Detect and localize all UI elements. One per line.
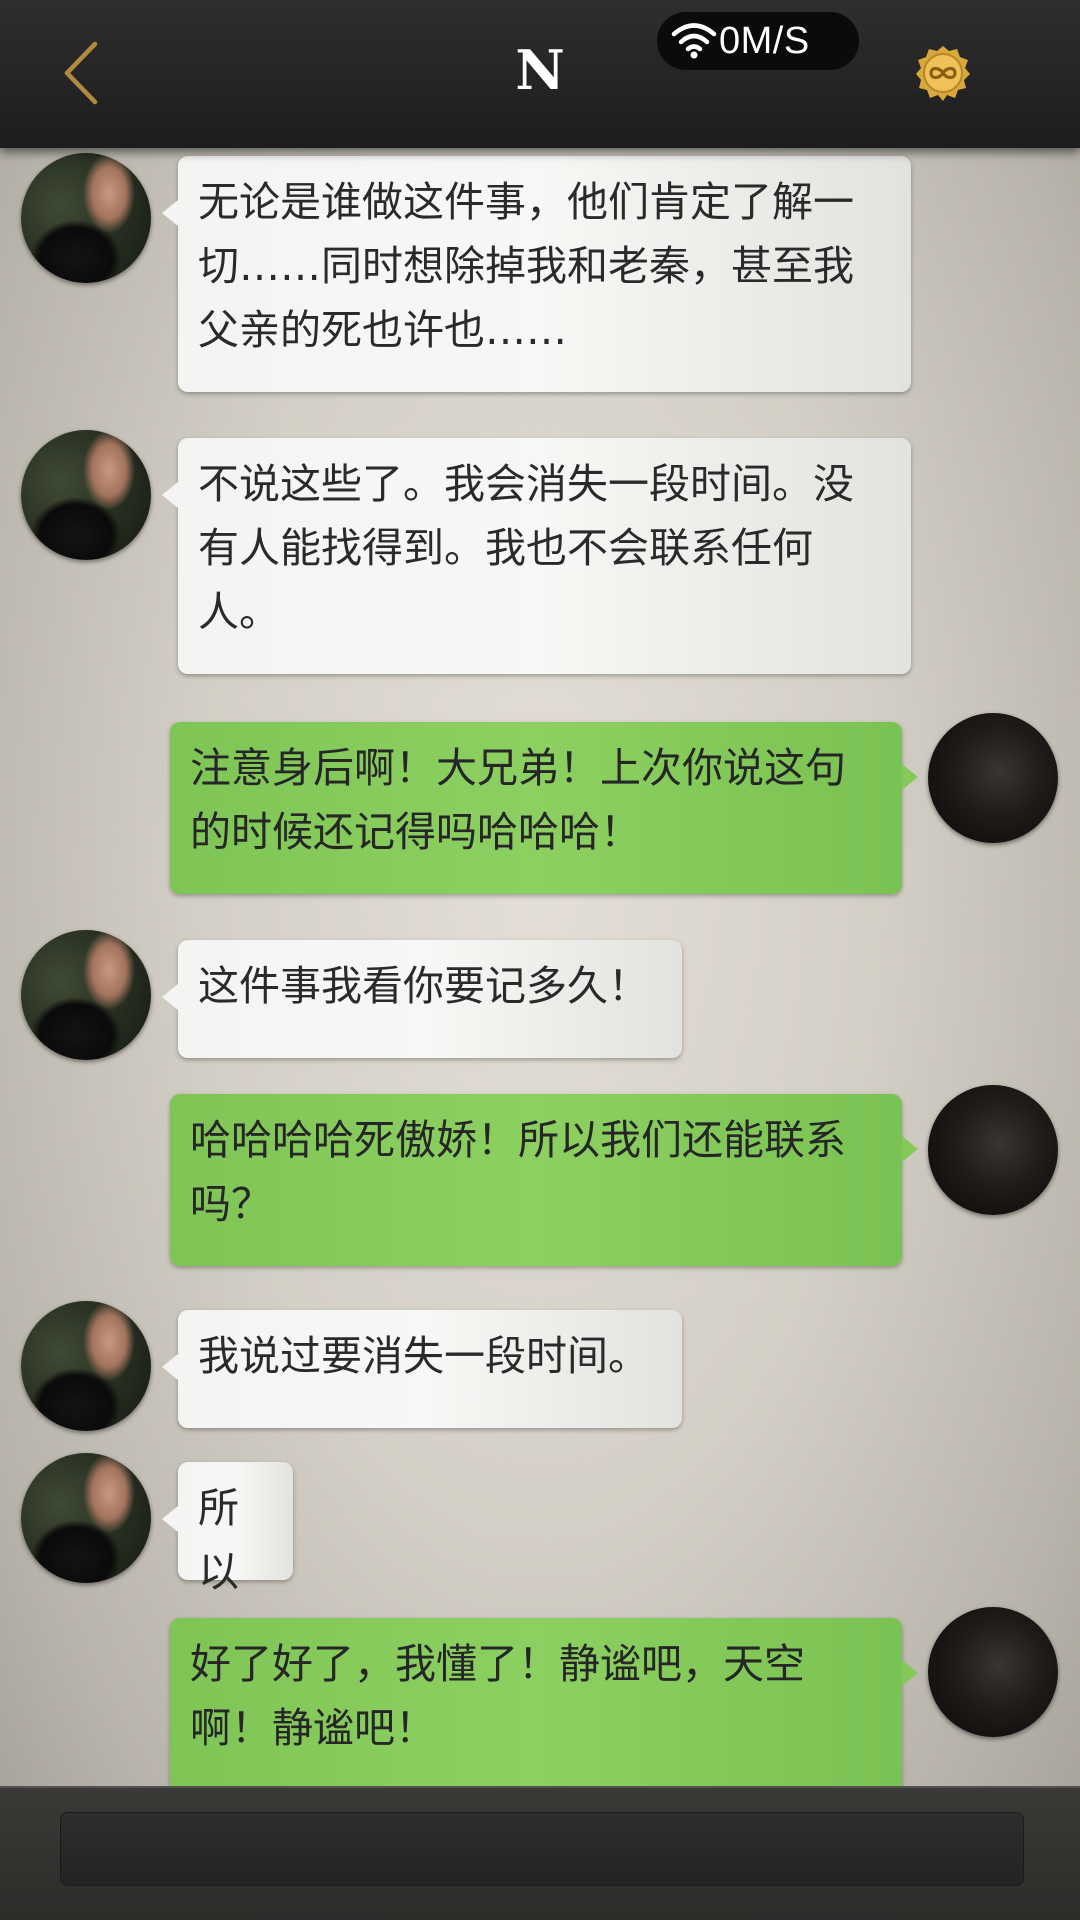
incoming-message-bubble[interactable]: 这件事我看你要记多久！ [162,940,682,1058]
bottom-bar [0,1786,1080,1920]
top-bar: N 0M/S [0,0,1080,148]
message-input[interactable] [60,1812,1024,1886]
back-button[interactable] [55,38,115,108]
coin-button[interactable] [914,44,972,102]
incoming-message-bubble[interactable]: 无论是谁做这件事，他们肯定了解一切……同时想除掉我和老秦，甚至我父亲的死也许也…… [162,156,911,392]
contact-avatar[interactable] [21,1453,151,1583]
contact-avatar[interactable] [21,430,151,560]
outgoing-message-bubble[interactable]: 哈哈哈哈死傲娇！所以我们还能联系吗？ [170,1094,918,1266]
user-avatar[interactable] [928,1085,1058,1215]
network-speed-text: 0M/S [719,20,810,62]
user-avatar[interactable] [928,1607,1058,1737]
incoming-message-bubble[interactable]: 不说这些了。我会消失一段时间。没有人能找得到。我也不会联系任何人。 [162,438,911,674]
user-avatar[interactable] [928,713,1058,843]
incoming-message-bubble[interactable]: 我说过要消失一段时间。 [162,1310,682,1428]
incoming-message-bubble[interactable]: 所以 [162,1462,293,1596]
back-chevron-icon [64,41,98,105]
contact-avatar[interactable] [21,930,151,1060]
outgoing-message-bubble[interactable]: 注意身后啊！大兄弟！上次你说这句的时候还记得吗哈哈哈！ [170,722,918,894]
chat-title: N [515,38,565,102]
outgoing-message-bubble[interactable]: 好了好了，我懂了！静谧吧，天空啊！静谧吧！ [170,1618,918,1786]
infinity-coin-icon [916,46,970,101]
chat-message-list[interactable]: 无论是谁做这件事，他们肯定了解一切……同时想除掉我和老秦，甚至我父亲的死也许也…… [0,148,1080,1786]
network-speed-indicator: 0M/S [657,12,859,70]
contact-avatar[interactable] [21,153,151,283]
wifi-icon [671,23,717,59]
contact-avatar[interactable] [21,1301,151,1431]
